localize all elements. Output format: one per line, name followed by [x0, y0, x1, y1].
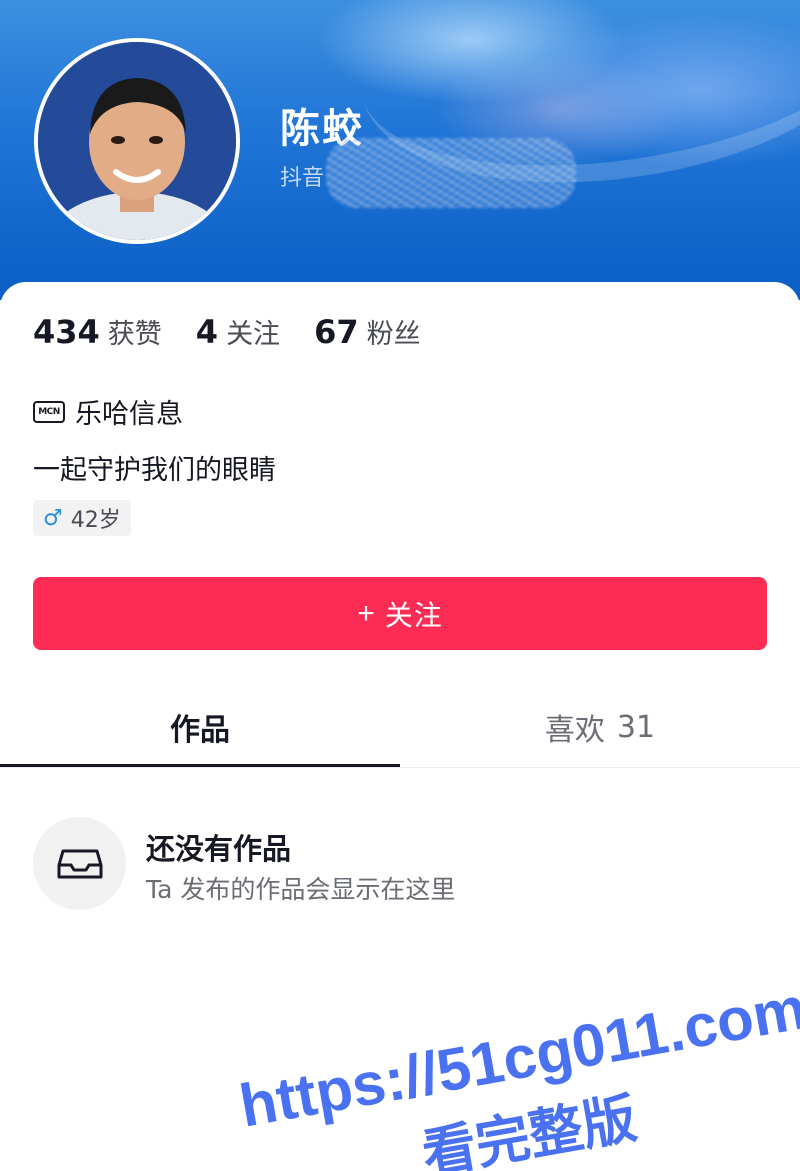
profile-stats: 434 获赞 4 关注 67 粉丝	[33, 312, 455, 351]
avatar[interactable]	[34, 38, 240, 244]
tab-likes-label: 喜欢	[544, 713, 605, 748]
follow-button-label: 关注	[384, 599, 443, 631]
avatar-photo	[38, 42, 236, 240]
stat-followers-count: 67	[314, 313, 359, 351]
male-icon: ♂	[43, 505, 63, 531]
profile-tabs: 作品 喜欢 31	[0, 690, 800, 768]
tab-works[interactable]: 作品	[0, 690, 400, 764]
stat-likes-label: 获赞	[107, 319, 162, 350]
stat-following-label: 关注	[226, 319, 281, 350]
stat-likes[interactable]: 434 获赞	[33, 312, 162, 351]
tab-likes-count: 31	[616, 709, 656, 745]
gender-age-tag: ♂ 42岁	[33, 500, 131, 536]
mcn-icon: MCN	[33, 400, 65, 423]
douyin-id-redacted	[326, 138, 576, 208]
tab-works-label: 作品	[170, 713, 230, 748]
stat-followers[interactable]: 67 粉丝	[314, 312, 421, 351]
mcn-name: 乐哈信息	[75, 399, 183, 430]
age-label: 42岁	[70, 508, 121, 533]
stat-following-count: 4	[195, 313, 219, 351]
stat-following[interactable]: 4 关注	[196, 312, 280, 351]
inbox-icon	[57, 849, 102, 878]
empty-state-subtitle: Ta 发布的作品会显示在这里	[146, 875, 456, 904]
follow-button[interactable]: + 关注	[33, 577, 767, 650]
tab-likes[interactable]: 喜欢 31	[400, 690, 800, 764]
profile-signature: 一起守护我们的眼睛	[33, 455, 276, 486]
tab-divider	[0, 767, 800, 768]
douyin-id-label: 抖音	[280, 166, 325, 191]
empty-state-icon-circle	[33, 817, 126, 910]
mcn-agency[interactable]: MCN 乐哈信息	[33, 392, 183, 431]
avatar-portrait-illustration	[38, 42, 236, 240]
stat-followers-label: 粉丝	[366, 319, 421, 350]
plus-icon: +	[357, 596, 375, 630]
stat-likes-count: 434	[33, 313, 100, 351]
watermark-overlay: https://51cg011.com 看完整版	[234, 990, 800, 1171]
empty-state-title: 还没有作品	[146, 832, 292, 866]
